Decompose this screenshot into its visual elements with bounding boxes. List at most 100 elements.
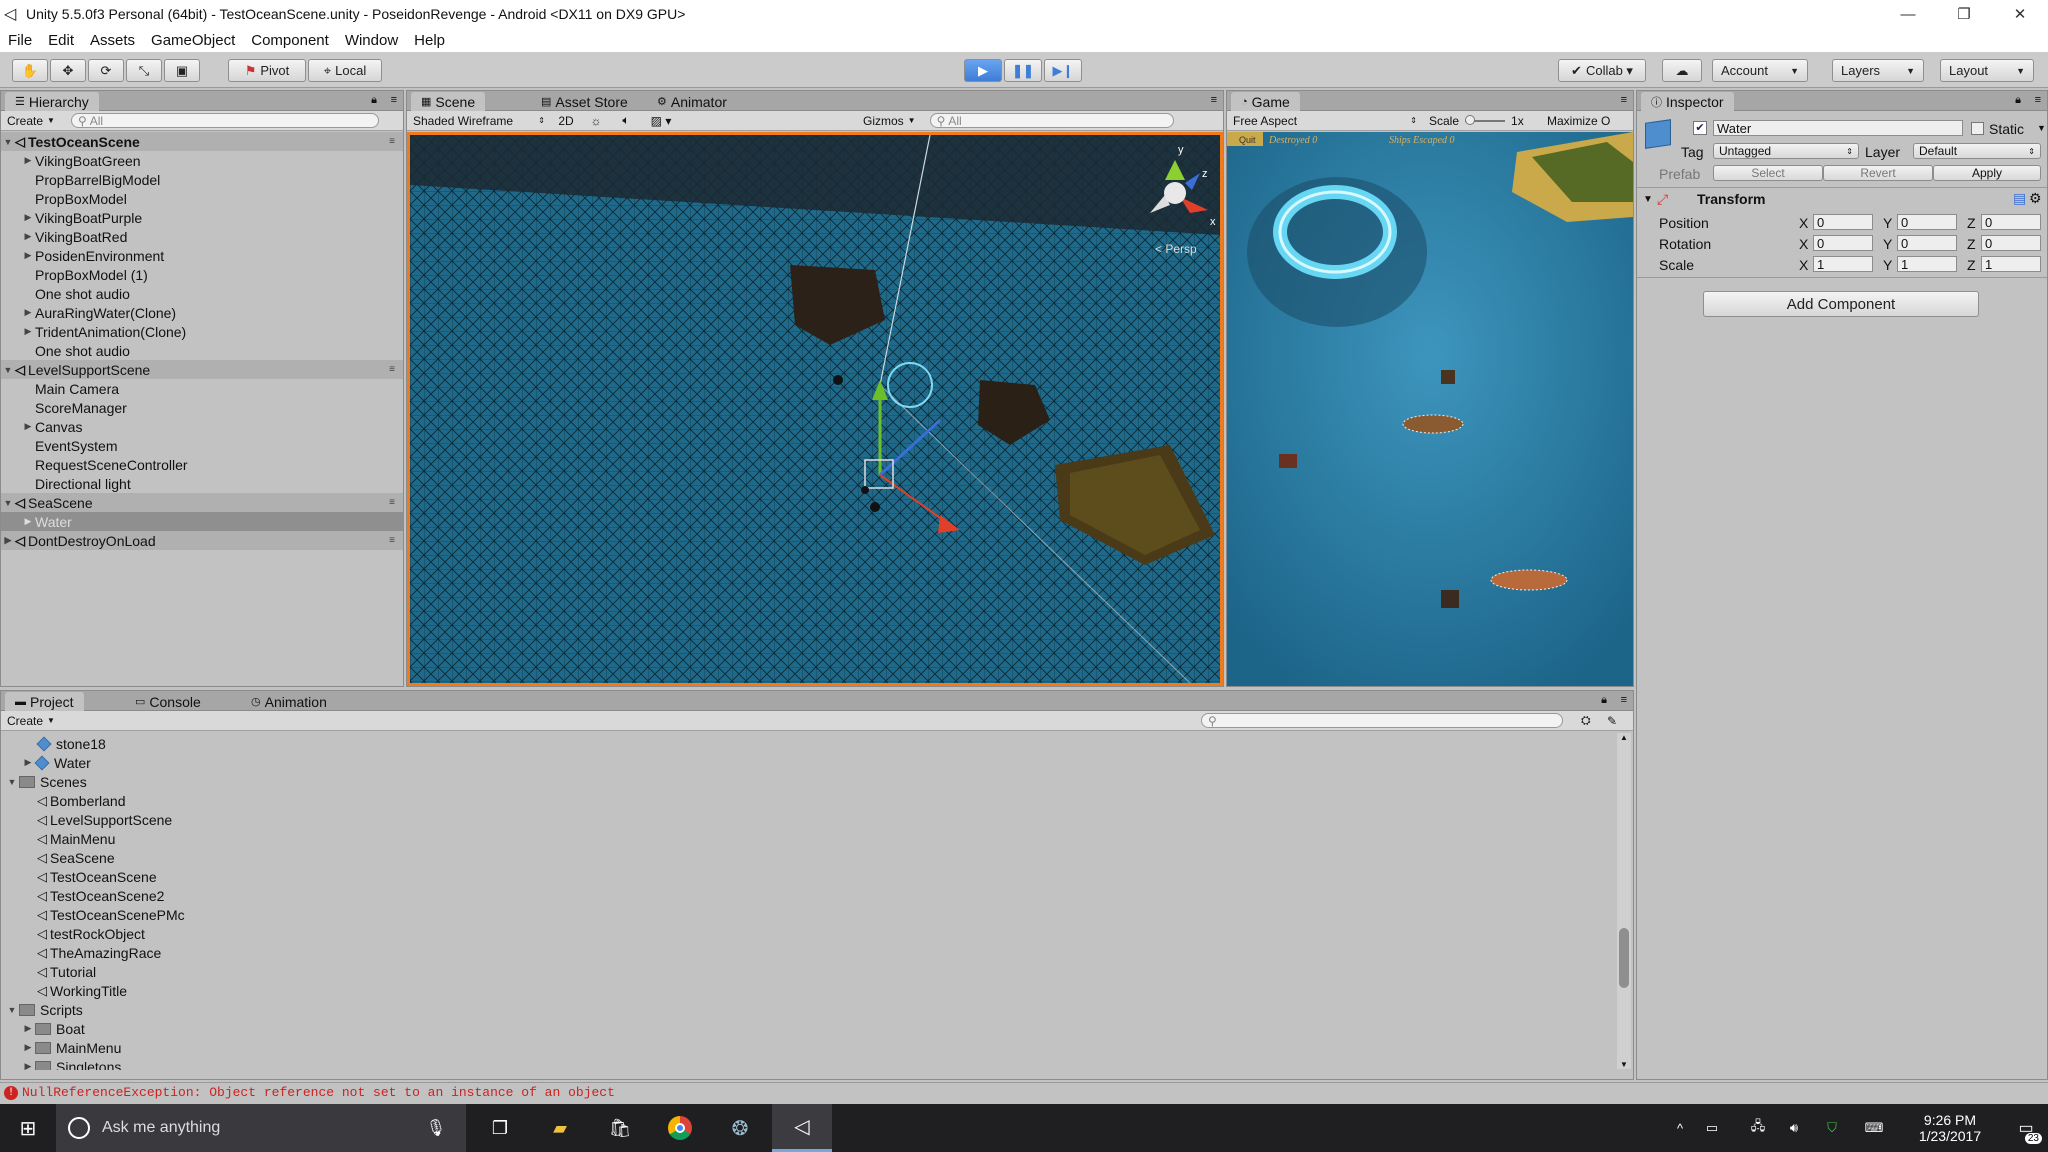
- rotation-y-field[interactable]: 0: [1897, 235, 1957, 251]
- expand-arrow-icon[interactable]: ▶: [21, 1061, 35, 1070]
- battery-icon[interactable]: ▭: [1700, 1104, 1724, 1152]
- hierarchy-row[interactable]: Directional light: [1, 474, 403, 493]
- scroll-up-icon[interactable]: ▲: [1617, 733, 1631, 742]
- lighting-toggle-icon[interactable]: ☼: [581, 113, 611, 129]
- hierarchy-row[interactable]: EventSystem: [1, 436, 403, 455]
- network-icon[interactable]: 🖧︎: [1746, 1104, 1770, 1152]
- menu-file[interactable]: File: [8, 32, 32, 49]
- expand-arrow-icon[interactable]: ▶: [21, 326, 35, 337]
- layout-dropdown[interactable]: Layout ▼: [1940, 59, 2034, 82]
- panel-menu-icon[interactable]: ≡: [1621, 694, 1627, 706]
- globe-app-icon[interactable]: ❂: [720, 1104, 760, 1152]
- lock-icon[interactable]: 🔒︎: [2015, 94, 2021, 107]
- list-item[interactable]: ▼ Scripts: [1, 1000, 83, 1019]
- tab-console[interactable]: ▭ Console: [125, 692, 211, 711]
- hierarchy-row[interactable]: Main Camera: [1, 379, 403, 398]
- list-item[interactable]: ◁ Bomberland: [1, 791, 126, 810]
- hierarchy-search-input[interactable]: ⚲ All: [70, 113, 379, 128]
- list-item[interactable]: ◁ testRockObject: [1, 924, 145, 943]
- expand-arrow-icon[interactable]: ▶: [21, 212, 35, 223]
- lock-icon[interactable]: 🔒︎: [1601, 694, 1607, 707]
- position-y-field[interactable]: 0: [1897, 214, 1957, 230]
- panel-menu-icon[interactable]: ≡: [1621, 94, 1627, 106]
- list-item[interactable]: ▶ Water: [1, 753, 91, 772]
- expand-arrow-icon[interactable]: ▼: [5, 1005, 19, 1015]
- hierarchy-row[interactable]: ▶ VikingBoatGreen: [1, 151, 403, 170]
- menu-edit[interactable]: Edit: [48, 32, 74, 49]
- expand-arrow-icon[interactable]: ▼: [1, 498, 15, 508]
- list-item[interactable]: ▶ Boat: [1, 1019, 85, 1038]
- list-item[interactable]: ▶ MainMenu: [1, 1038, 122, 1057]
- row-menu-icon[interactable]: ≡: [389, 136, 395, 147]
- play-button[interactable]: ▶: [964, 59, 1002, 82]
- cortana-search-box[interactable]: Ask me anything 🎙︎: [56, 1104, 466, 1152]
- move-tool-icon[interactable]: ✥: [50, 59, 86, 82]
- expand-arrow-icon[interactable]: ▼: [1643, 194, 1653, 205]
- menu-assets[interactable]: Assets: [90, 32, 135, 49]
- local-toggle[interactable]: ⌖ Local: [308, 59, 382, 82]
- hierarchy-row[interactable]: RequestSceneController: [1, 455, 403, 474]
- volume-icon[interactable]: 🔊︎: [1782, 1104, 1806, 1152]
- collab-button[interactable]: ✔ Collab ▾: [1558, 59, 1646, 82]
- tab-hierarchy[interactable]: ☰ Hierarchy: [5, 92, 99, 111]
- hierarchy-row[interactable]: PropBoxModel (1): [1, 265, 403, 284]
- prefab-revert-button[interactable]: Revert: [1823, 165, 1933, 181]
- account-dropdown[interactable]: Account ▼: [1712, 59, 1808, 82]
- store-icon[interactable]: 🛍︎: [600, 1104, 640, 1152]
- tab-scene[interactable]: ▦ Scene: [411, 92, 486, 111]
- expand-arrow-icon[interactable]: ▼: [5, 777, 19, 787]
- menu-help[interactable]: Help: [414, 32, 445, 49]
- scene-row-dontdestroyonload[interactable]: ▶ ◁ DontDestroyOnLoad ≡: [1, 531, 403, 550]
- gizmos-dropdown[interactable]: Gizmos ▼: [857, 113, 922, 129]
- game-viewport[interactable]: Quit Destroyed 0 Ships Escaped 0: [1227, 132, 1633, 686]
- effects-toggle-icon[interactable]: ▨ ▾: [641, 113, 681, 129]
- hand-tool-icon[interactable]: ✋: [12, 59, 48, 82]
- security-shield-icon[interactable]: ⛉: [1820, 1104, 1844, 1152]
- quit-label[interactable]: Quit: [1239, 135, 1256, 145]
- tab-asset-store[interactable]: ▤ Asset Store: [531, 92, 638, 111]
- project-search-input[interactable]: ⚲: [1201, 713, 1563, 728]
- hierarchy-row[interactable]: ▶ VikingBoatPurple: [1, 208, 403, 227]
- scene-row-seascene[interactable]: ▼ ◁ SeaScene ≡: [1, 493, 403, 512]
- action-center-icon[interactable]: ▭ 23: [2004, 1104, 2048, 1152]
- prefab-select-button[interactable]: Select: [1713, 165, 1823, 181]
- hierarchy-row[interactable]: PropBoxModel: [1, 189, 403, 208]
- hierarchy-create-button[interactable]: Create ▼: [1, 113, 61, 129]
- scale-tool-icon[interactable]: ⤡: [126, 59, 162, 82]
- add-component-button[interactable]: Add Component: [1703, 291, 1979, 317]
- expand-arrow-icon[interactable]: ▶: [21, 155, 35, 166]
- list-item[interactable]: ◁ TestOceanScene: [1, 867, 157, 886]
- project-create-button[interactable]: Create ▼: [1, 713, 61, 729]
- hierarchy-row[interactable]: One shot audio: [1, 341, 403, 360]
- hierarchy-row[interactable]: One shot audio: [1, 284, 403, 303]
- scene-search-input[interactable]: ⚲ All: [929, 113, 1174, 128]
- rect-tool-icon[interactable]: ▣: [164, 59, 200, 82]
- cloud-button[interactable]: ☁: [1662, 59, 1702, 82]
- shading-mode-dropdown[interactable]: Shaded Wireframe ⇕: [407, 113, 551, 129]
- list-item[interactable]: ◁ MainMenu: [1, 829, 115, 848]
- show-hidden-icons-icon[interactable]: ^: [1668, 1104, 1692, 1152]
- rotation-z-field[interactable]: 0: [1981, 235, 2041, 251]
- task-view-icon[interactable]: ❐: [480, 1104, 520, 1152]
- tab-game[interactable]: ◔ Game: [1231, 92, 1300, 111]
- list-item[interactable]: ▶ Singletons: [1, 1057, 121, 1070]
- expand-arrow-icon[interactable]: ▶: [21, 757, 35, 768]
- tag-dropdown[interactable]: Untagged ⇕: [1713, 143, 1859, 159]
- row-menu-icon[interactable]: ≡: [389, 497, 395, 508]
- list-item[interactable]: ◁ WorkingTitle: [1, 981, 127, 1000]
- expand-arrow-icon[interactable]: ▶: [21, 250, 35, 261]
- active-checkbox[interactable]: ✔: [1693, 121, 1707, 135]
- windows-start-icon[interactable]: ⊞: [0, 1104, 56, 1152]
- expand-arrow-icon[interactable]: ▶: [21, 421, 35, 432]
- tab-animator[interactable]: ⚙ Animator: [647, 92, 737, 111]
- hierarchy-row[interactable]: ScoreManager: [1, 398, 403, 417]
- hierarchy-row-selected[interactable]: ▶ Water: [1, 512, 403, 531]
- list-item[interactable]: ▼ Scenes: [1, 772, 87, 791]
- gear-icon[interactable]: ⚙: [2029, 190, 2042, 207]
- clock[interactable]: 9:26 PM 1/23/2017: [1900, 1104, 2000, 1152]
- scene-row-levelsupportscene[interactable]: ▼ ◁ LevelSupportScene ≡: [1, 360, 403, 379]
- list-item[interactable]: ◁ TestOceanScenePMc: [1, 905, 185, 924]
- list-item[interactable]: ◁ Tutorial: [1, 962, 96, 981]
- chrome-icon[interactable]: [660, 1104, 700, 1152]
- microphone-icon[interactable]: 🎙︎: [426, 1118, 446, 1138]
